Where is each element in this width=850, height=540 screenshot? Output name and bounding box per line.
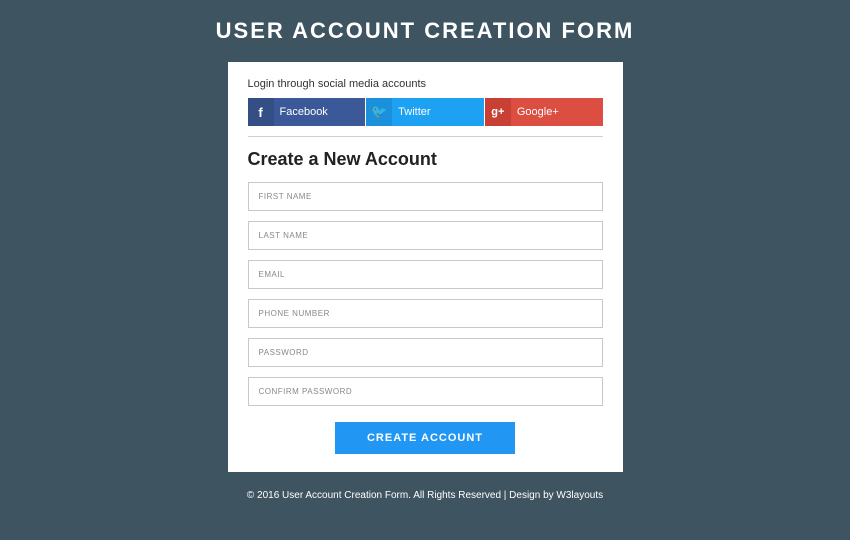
create-account-button[interactable]: CREATE ACCOUNT — [335, 422, 515, 454]
password-field[interactable] — [248, 338, 603, 367]
social-login-label: Login through social media accounts — [248, 78, 603, 90]
footer-text: © 2016 User Account Creation Form. All R… — [247, 490, 557, 501]
googleplus-icon: g+ — [485, 98, 511, 126]
last-name-field[interactable] — [248, 221, 603, 250]
confirm-password-field[interactable] — [248, 377, 603, 406]
footer: © 2016 User Account Creation Form. All R… — [247, 490, 603, 501]
social-buttons-row: f Facebook 🐦 Twitter g+ Google+ — [248, 98, 603, 137]
facebook-button[interactable]: f Facebook — [248, 98, 366, 126]
twitter-button[interactable]: 🐦 Twitter — [366, 98, 484, 126]
first-name-field[interactable] — [248, 182, 603, 211]
submit-row: CREATE ACCOUNT — [248, 422, 603, 454]
phone-field[interactable] — [248, 299, 603, 328]
googleplus-label: Google+ — [511, 106, 559, 118]
twitter-icon: 🐦 — [366, 98, 392, 126]
twitter-label: Twitter — [392, 106, 430, 118]
googleplus-button[interactable]: g+ Google+ — [485, 98, 603, 126]
form-card: Login through social media accounts f Fa… — [228, 62, 623, 472]
form-heading: Create a New Account — [248, 149, 603, 170]
footer-link[interactable]: W3layouts — [556, 490, 603, 501]
email-field[interactable] — [248, 260, 603, 289]
facebook-label: Facebook — [274, 106, 328, 118]
page-title: USER ACCOUNT CREATION FORM — [216, 18, 635, 44]
facebook-icon: f — [248, 98, 274, 126]
